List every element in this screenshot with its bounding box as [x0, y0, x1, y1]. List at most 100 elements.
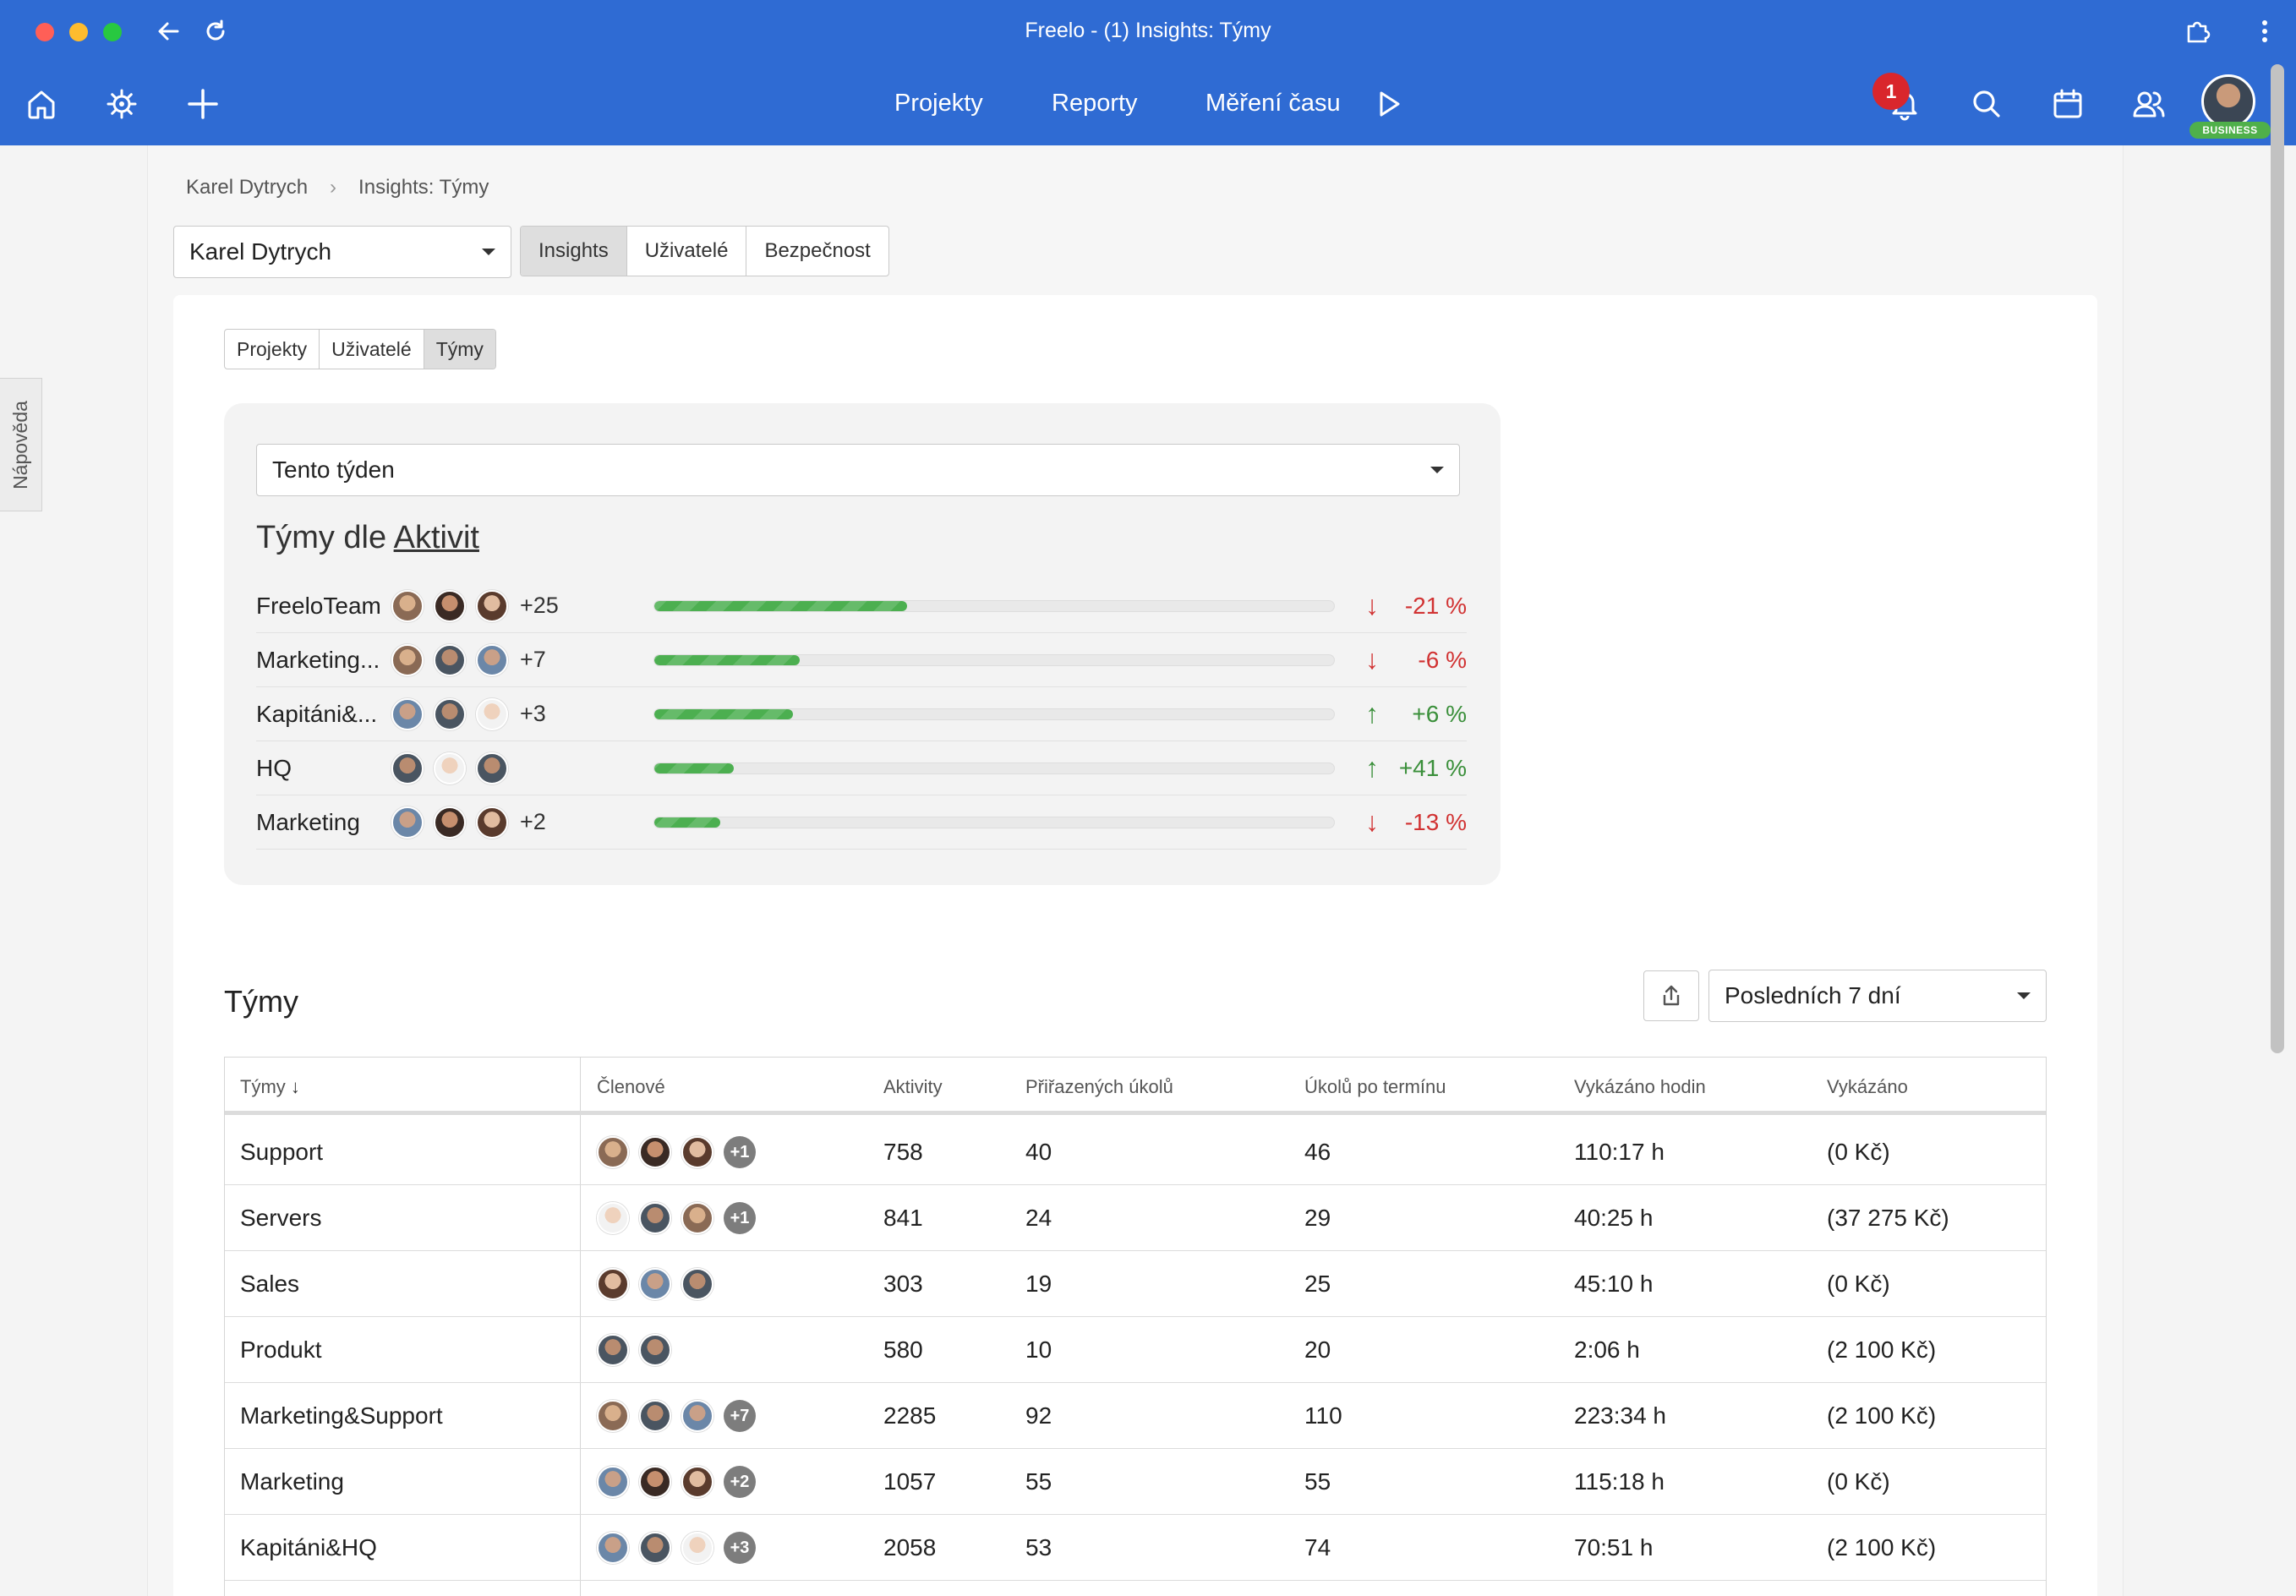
member-avatar: [681, 1202, 713, 1234]
cell-activities: 2285: [883, 1402, 937, 1429]
calendar-icon[interactable]: [2045, 81, 2091, 127]
table-row[interactable]: Marketing 1057 55 55 115:18 h (0 Kč) +2: [225, 1449, 2046, 1515]
more-members-badge[interactable]: +1: [724, 1202, 756, 1234]
nav-link-projects[interactable]: Projekty: [894, 90, 983, 118]
trend-up-arrow-icon: ↑: [1365, 698, 1379, 729]
column-header-hours[interactable]: Vykázáno hodin: [1574, 1076, 1706, 1098]
column-header-activities[interactable]: Aktivity: [883, 1076, 943, 1098]
cell-reported: (0 Kč): [1827, 1139, 1890, 1165]
insight-team-avatars: +2: [391, 806, 546, 839]
table-row[interactable]: Servers 841 24 29 40:25 h (37 275 Kč) +1: [225, 1185, 2046, 1251]
member-avatar: [681, 1268, 713, 1300]
export-icon: [1663, 985, 1680, 1006]
cell-assigned: 55: [1025, 1468, 1052, 1495]
member-avatar: [639, 1268, 671, 1300]
tab-security[interactable]: Bezpečnost: [746, 227, 888, 276]
cell-activities: 580: [883, 1336, 923, 1363]
column-header-teams[interactable]: Týmy ↓: [240, 1076, 300, 1098]
export-button[interactable]: [1643, 970, 1699, 1021]
extensions-icon[interactable]: [2181, 15, 2213, 47]
cell-assigned: 19: [1025, 1271, 1052, 1297]
member-avatar: [639, 1466, 671, 1498]
settings-wheel-icon[interactable]: [99, 81, 145, 127]
member-avatar: [391, 697, 424, 730]
cell-team[interactable]: Marketing: [240, 1468, 344, 1495]
column-header-overdue[interactable]: Úkolů po termínu: [1304, 1076, 1446, 1098]
insight-team-avatars: [391, 752, 508, 784]
member-avatar: [681, 1136, 713, 1168]
help-tab-label: Nápověda: [9, 400, 32, 489]
insight-more-members: +25: [520, 593, 559, 618]
period-select[interactable]: Posledních 7 dní: [1708, 970, 2047, 1022]
sort-down-arrow-icon: ↓: [290, 1076, 300, 1097]
insight-team-row[interactable]: Kapitáni&... +3 ↑ +6 %: [256, 687, 1467, 741]
more-members-badge[interactable]: +3: [724, 1532, 756, 1564]
more-members-badge[interactable]: +7: [724, 1400, 756, 1432]
more-members-badge[interactable]: +2: [724, 1466, 756, 1498]
activity-progress-bar: [653, 599, 1335, 612]
page-scrollbar[interactable]: [2271, 64, 2284, 1053]
insight-team-row[interactable]: HQ ↑ +41 %: [256, 741, 1467, 795]
breadcrumb-current: Insights: Týmy: [358, 176, 489, 199]
window-titlebar: Freelo - (1) Insights: Týmy: [0, 0, 2296, 63]
play-timer-icon[interactable]: [1366, 81, 1412, 127]
column-header-assigned[interactable]: Přiřazených úkolů: [1025, 1076, 1173, 1098]
trend-up-arrow-icon: ↑: [1365, 752, 1379, 783]
add-icon[interactable]: [180, 81, 226, 127]
trend-change-value: -6 %: [1418, 646, 1467, 673]
cell-reported: (2 100 Kč): [1827, 1336, 1937, 1363]
subtab-teams[interactable]: Týmy: [424, 330, 495, 369]
cell-reported: (2 100 Kč): [1827, 1402, 1937, 1429]
nav-link-reports[interactable]: Reporty: [1052, 90, 1138, 118]
cell-team[interactable]: Servers: [240, 1205, 321, 1232]
trend-down-arrow-icon: ↓: [1365, 644, 1379, 675]
member-avatar: [597, 1202, 629, 1234]
table-row[interactable]: Kapitáni&HQ 2058 53 74 70:51 h (2 100 Kč) +3: [225, 1515, 2046, 1581]
teams-table: Týmy ↓ Členové Aktivity Přiřazených úkol…: [224, 1057, 2047, 1596]
time-range-select[interactable]: Tento týden: [256, 444, 1460, 496]
cell-team[interactable]: Kapitáni&HQ: [240, 1534, 377, 1561]
trend-down-arrow-icon: ↓: [1365, 590, 1379, 620]
insights-metric-link[interactable]: Aktivit: [394, 520, 479, 555]
cell-team[interactable]: Produkt: [240, 1336, 322, 1364]
home-icon[interactable]: [19, 81, 64, 127]
table-row[interactable]: Sales 303 19 25 45:10 h (0 Kč): [225, 1251, 2046, 1317]
insight-team-row[interactable]: Marketing +2 ↓ -13 %: [256, 795, 1467, 850]
search-icon[interactable]: [1964, 81, 2009, 127]
cell-overdue: 74: [1304, 1534, 1331, 1560]
trend-down-arrow-icon: ↓: [1365, 806, 1379, 837]
member-avatar: [476, 806, 508, 839]
insight-more-members: +3: [520, 701, 546, 726]
insight-more-members: +2: [520, 809, 546, 834]
cell-activities: 303: [883, 1271, 923, 1297]
cell-reported: (37 275 Kč): [1827, 1205, 1949, 1231]
nav-link-time-tracking[interactable]: Měření času: [1205, 90, 1341, 118]
member-avatar: [639, 1400, 671, 1432]
subtab-projects[interactable]: Projekty: [225, 330, 320, 369]
table-row[interactable]: Marketing&Support 2285 92 110 223:34 h (2 100…: [225, 1383, 2046, 1449]
cell-team[interactable]: Sales: [240, 1271, 299, 1298]
more-members-badge[interactable]: +1: [724, 1136, 756, 1168]
member-avatar: [597, 1136, 629, 1168]
organization-select[interactable]: Karel Dytrych: [173, 226, 511, 278]
profile-avatar[interactable]: [2201, 74, 2255, 128]
subtab-users[interactable]: Uživatelé: [320, 330, 424, 369]
table-row[interactable]: Produkt 580 10 20 2:06 h (2 100 Kč): [225, 1317, 2046, 1383]
team-users-icon[interactable]: [2126, 81, 2172, 127]
activity-progress-bar: [653, 816, 1335, 828]
help-tab[interactable]: Nápověda: [0, 378, 42, 511]
insight-team-row[interactable]: Marketing... +7 ↓ -6 %: [256, 633, 1467, 687]
breadcrumb-root[interactable]: Karel Dytrych: [186, 176, 308, 200]
member-avatar: [391, 806, 424, 839]
insight-team-row[interactable]: FreeloTeam +25 ↓ -21 %: [256, 579, 1467, 633]
table-row[interactable]: Support 758 40 46 110:17 h (0 Kč) +1: [225, 1119, 2046, 1185]
main-tabs: Insights Uživatelé Bezpečnost: [520, 226, 889, 276]
tab-users[interactable]: Uživatelé: [627, 227, 747, 276]
column-header-reported[interactable]: Vykázáno: [1827, 1076, 1908, 1098]
member-avatar: [597, 1400, 629, 1432]
more-menu-icon[interactable]: [2249, 15, 2281, 47]
tab-insights[interactable]: Insights: [521, 227, 627, 276]
column-header-members[interactable]: Členové: [597, 1076, 665, 1098]
cell-team[interactable]: Support: [240, 1139, 323, 1166]
cell-team[interactable]: Marketing&Support: [240, 1402, 443, 1429]
